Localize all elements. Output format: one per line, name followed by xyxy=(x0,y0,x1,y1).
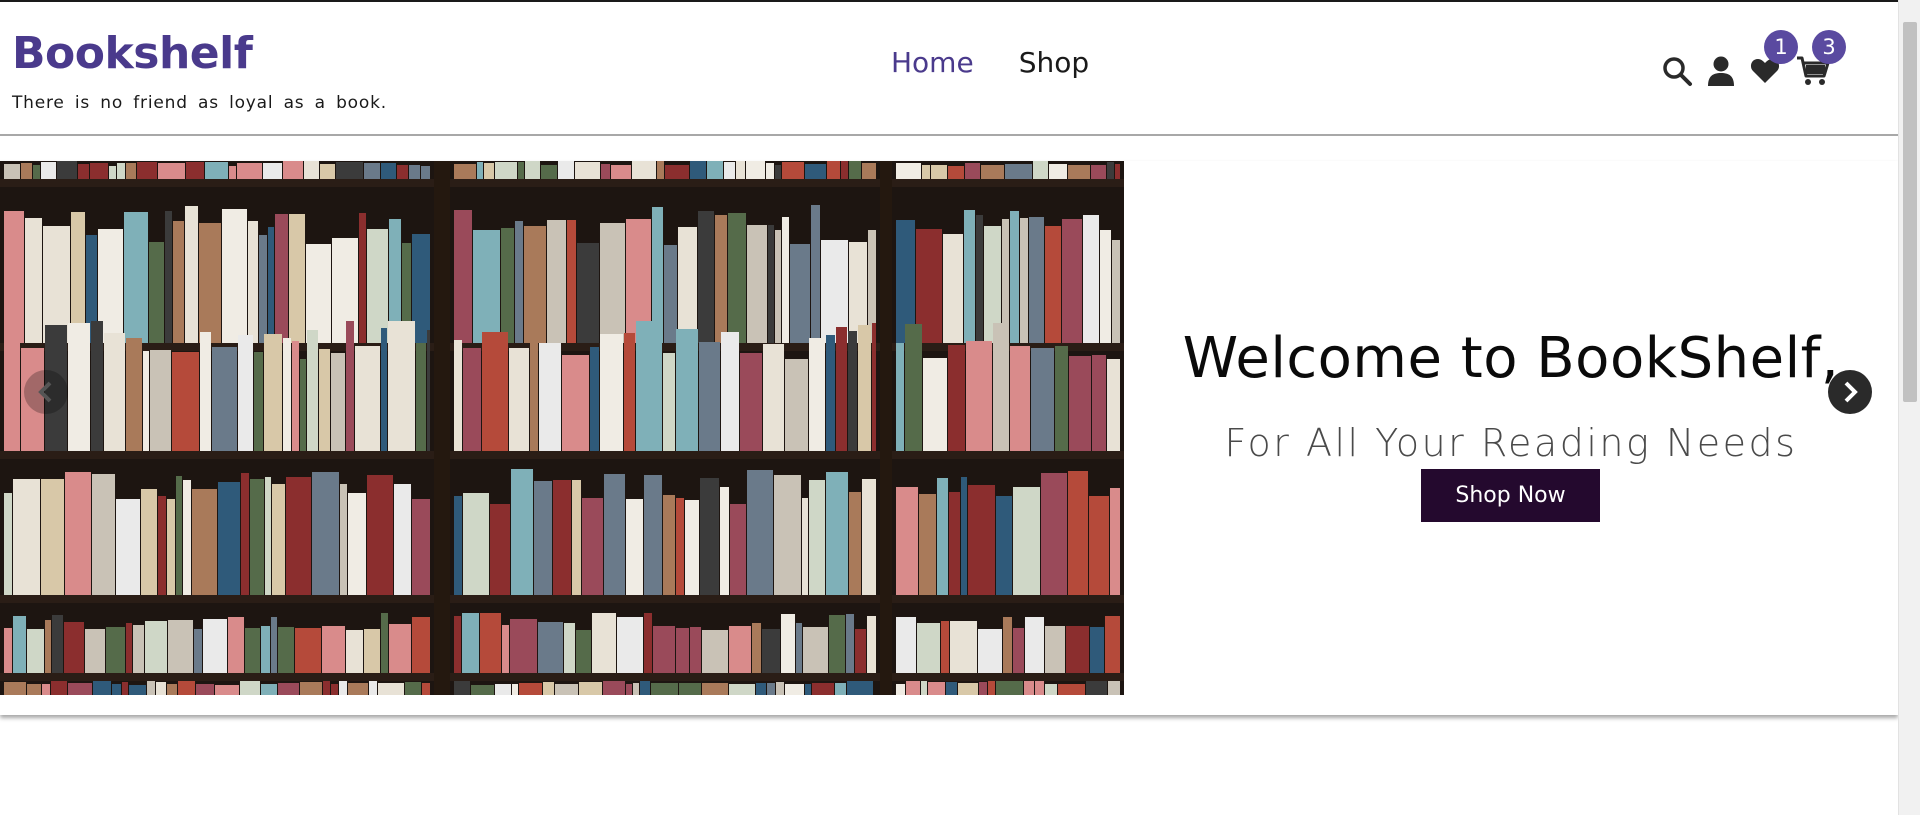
search-icon[interactable] xyxy=(1660,54,1694,88)
chevron-left-icon[interactable] xyxy=(24,370,68,414)
brand-logo[interactable]: Bookshelf xyxy=(12,28,253,79)
user-icon[interactable] xyxy=(1704,54,1738,88)
nav-shop[interactable]: Shop xyxy=(1019,46,1089,79)
wishlist-count-badge: 1 xyxy=(1764,30,1798,64)
bookshelf-photo xyxy=(0,161,1124,695)
site-header: Bookshelf There is no friend as loyal as… xyxy=(0,2,1898,136)
heart-icon[interactable]: 1 xyxy=(1748,30,1798,88)
hero-text-panel: Welcome to BookShelf, For All Your Readi… xyxy=(1124,161,1898,695)
tagline: There is no friend as loyal as a book. xyxy=(12,93,387,113)
nav-home[interactable]: Home xyxy=(891,46,974,79)
hero-carousel: Welcome to BookShelf, For All Your Readi… xyxy=(0,161,1898,715)
hero-subtitle: For All Your Reading Needs xyxy=(1224,421,1798,465)
main-nav: Home Shop xyxy=(891,46,1089,79)
cart-icon[interactable]: 3 xyxy=(1796,30,1846,88)
chevron-right-icon[interactable] xyxy=(1828,370,1872,414)
hero-title: Welcome to BookShelf, xyxy=(1182,326,1840,391)
scrollbar-thumb[interactable] xyxy=(1903,22,1917,402)
shop-now-button[interactable]: Shop Now xyxy=(1421,469,1600,522)
page-scrollbar[interactable] xyxy=(1898,0,1920,815)
cart-count-badge: 3 xyxy=(1812,30,1846,64)
